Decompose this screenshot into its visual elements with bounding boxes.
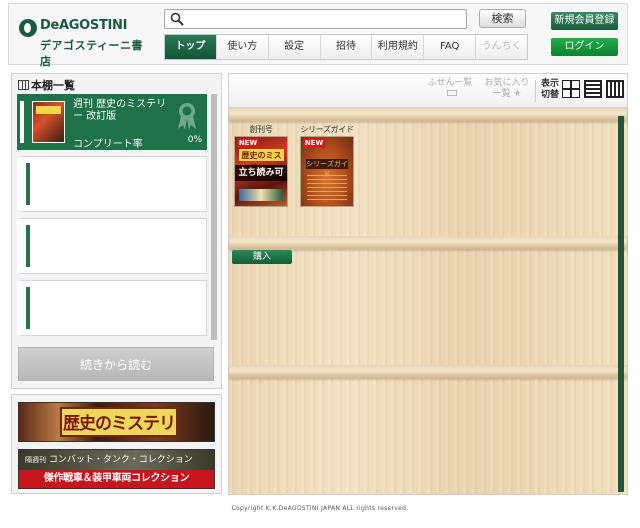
cover-art bbox=[307, 175, 347, 201]
list-item-empty[interactable] bbox=[17, 218, 207, 274]
logo-mark-icon bbox=[19, 19, 37, 37]
cover-title: シリーズガイド bbox=[306, 159, 348, 178]
list-item[interactable]: 週刊 歴史のミステリー 改訂版 コンプリート率 0% bbox=[17, 94, 207, 150]
banner1-title: 歴史のミステリー bbox=[60, 407, 178, 464]
banner2-title: コンバット・タンク・コレクション bbox=[48, 455, 193, 465]
search-button[interactable]: 検索 bbox=[479, 9, 526, 28]
cover-art bbox=[239, 189, 283, 201]
nav-settings[interactable]: 設定 bbox=[268, 35, 321, 59]
bookshelf-list-panel: 本棚一覧 週刊 歴史のミステリー 改訂版 コンプリート率 0% 続きから読む bbox=[11, 73, 222, 389]
favorites-sub-label: 一覧 bbox=[492, 89, 511, 99]
preview-available-label: 立ち読み可 bbox=[235, 165, 287, 181]
page: DeAGOSTINI デアゴスティーニ書店 検索 トップ 使い方 設定 招待 利… bbox=[0, 0, 640, 528]
bookshelf-icon bbox=[18, 80, 29, 90]
deagostini-logo[interactable]: DeAGOSTINI デアゴスティーニ書店 bbox=[19, 16, 147, 68]
nav-faq[interactable]: FAQ bbox=[424, 35, 477, 59]
banner2-prefix: 隔週刊 bbox=[25, 456, 46, 464]
search-box bbox=[164, 9, 467, 29]
view-label-line1: 表示 bbox=[540, 79, 559, 89]
signup-button[interactable]: 新規会員登録 bbox=[551, 12, 618, 30]
nav-terms[interactable]: 利用規約 bbox=[372, 35, 425, 59]
panel-title: 本棚一覧 bbox=[18, 77, 75, 93]
view-label-line2: 切替 bbox=[540, 90, 559, 100]
list-item-empty[interactable] bbox=[17, 156, 207, 212]
shelf-toolbar: ふせん一覧 お気に入り 一覧 ★ 表示 切替 bbox=[229, 74, 627, 108]
complete-rate-label: コンプリート率 bbox=[73, 139, 143, 150]
search-icon bbox=[170, 12, 184, 26]
award-ribbon-icon bbox=[178, 103, 196, 130]
column-view-icon[interactable] bbox=[606, 80, 624, 98]
panel-title-text: 本棚一覧 bbox=[31, 79, 75, 92]
toolbar-divider bbox=[535, 80, 536, 102]
view-toggle-label: 表示 切替 bbox=[538, 79, 562, 101]
bookshelf-view: ふせん一覧 お気に入り 一覧 ★ 表示 切替 創刊号 NEW 歴史のミス 立ち読… bbox=[228, 73, 628, 495]
list-scrollbar[interactable] bbox=[211, 94, 217, 340]
logo-store-name: デアゴスティーニ書店 bbox=[40, 39, 144, 68]
nav-top[interactable]: トップ bbox=[165, 35, 217, 59]
new-badge: NEW bbox=[303, 138, 325, 148]
history-mystery-banner[interactable]: 歴史のミステリー bbox=[18, 402, 215, 464]
nav-trivia[interactable]: うんちく bbox=[476, 35, 528, 59]
shelf-board bbox=[229, 365, 627, 378]
shelf-list: 週刊 歴史のミステリー 改訂版 コンプリート率 0% bbox=[17, 94, 208, 340]
new-badge: NEW bbox=[237, 138, 259, 148]
favorites-label: お気に入り bbox=[484, 78, 530, 88]
book-cover[interactable]: NEW シリーズガイド bbox=[300, 136, 354, 207]
shelf-board bbox=[229, 108, 627, 121]
book-thumbnail bbox=[32, 101, 65, 143]
shelf-board bbox=[229, 236, 627, 249]
wood-shelf: 創刊号 NEW 歴史のミステリー 立ち読み可 シリーズガイド NEW シリーズガ… bbox=[229, 108, 627, 494]
grid-view-icon[interactable] bbox=[562, 80, 580, 98]
buy-button[interactable]: 購入 bbox=[232, 250, 292, 264]
list-item-empty[interactable] bbox=[17, 280, 207, 336]
main-nav: トップ 使い方 設定 招待 利用規約 FAQ うんちく bbox=[164, 34, 528, 60]
logo-wordmark: DeAGOSTINI bbox=[40, 18, 128, 33]
search-input[interactable] bbox=[189, 12, 461, 27]
sticky-notes-list-button[interactable]: ふせん一覧 bbox=[425, 78, 475, 100]
cover-title: 歴史のミステリー bbox=[239, 149, 284, 172]
banner2-subtitle: 傑作戦車＆装甲車両コレクション bbox=[19, 470, 214, 488]
banner2-top: 隔週刊 コンバット・タンク・コレクション bbox=[19, 450, 214, 470]
banner-area: 歴史のミステリー 隔週刊 コンバット・タンク・コレクション 傑作戦車＆装甲車両コ… bbox=[11, 394, 222, 494]
sticky-notes-label: ふせん一覧 bbox=[427, 78, 473, 88]
nav-invite[interactable]: 招待 bbox=[320, 35, 373, 59]
copyright-footer: Copyright K.K.DeAGOSTINI JAPAN ALL right… bbox=[231, 505, 409, 512]
book-caption: 創刊号 bbox=[249, 125, 273, 134]
book-caption: シリーズガイド bbox=[300, 125, 354, 134]
list-view-icon[interactable] bbox=[584, 80, 602, 98]
complete-rate-value: 0% bbox=[187, 135, 202, 145]
tank-collection-banner[interactable]: 隔週刊 コンバット・タンク・コレクション 傑作戦車＆装甲車両コレクション bbox=[18, 449, 215, 489]
list-item-title: 週刊 歴史のミステリー 改訂版 bbox=[73, 99, 167, 122]
list-scrollbar-thumb[interactable] bbox=[211, 94, 217, 340]
site-header: DeAGOSTINI デアゴスティーニ書店 検索 トップ 使い方 設定 招待 利… bbox=[8, 3, 628, 68]
continue-reading-button[interactable]: 続きから読む bbox=[18, 347, 214, 381]
nav-howto[interactable]: 使い方 bbox=[216, 35, 269, 59]
shelf-scroll-indicator[interactable] bbox=[618, 116, 624, 492]
star-icon: ★ bbox=[513, 89, 522, 99]
book-cover[interactable]: NEW 歴史のミステリー 立ち読み可 bbox=[234, 136, 288, 207]
login-button[interactable]: ログイン bbox=[551, 38, 618, 56]
sticky-note-icon bbox=[446, 90, 457, 96]
favorites-list-button[interactable]: お気に入り 一覧 ★ bbox=[481, 78, 533, 100]
